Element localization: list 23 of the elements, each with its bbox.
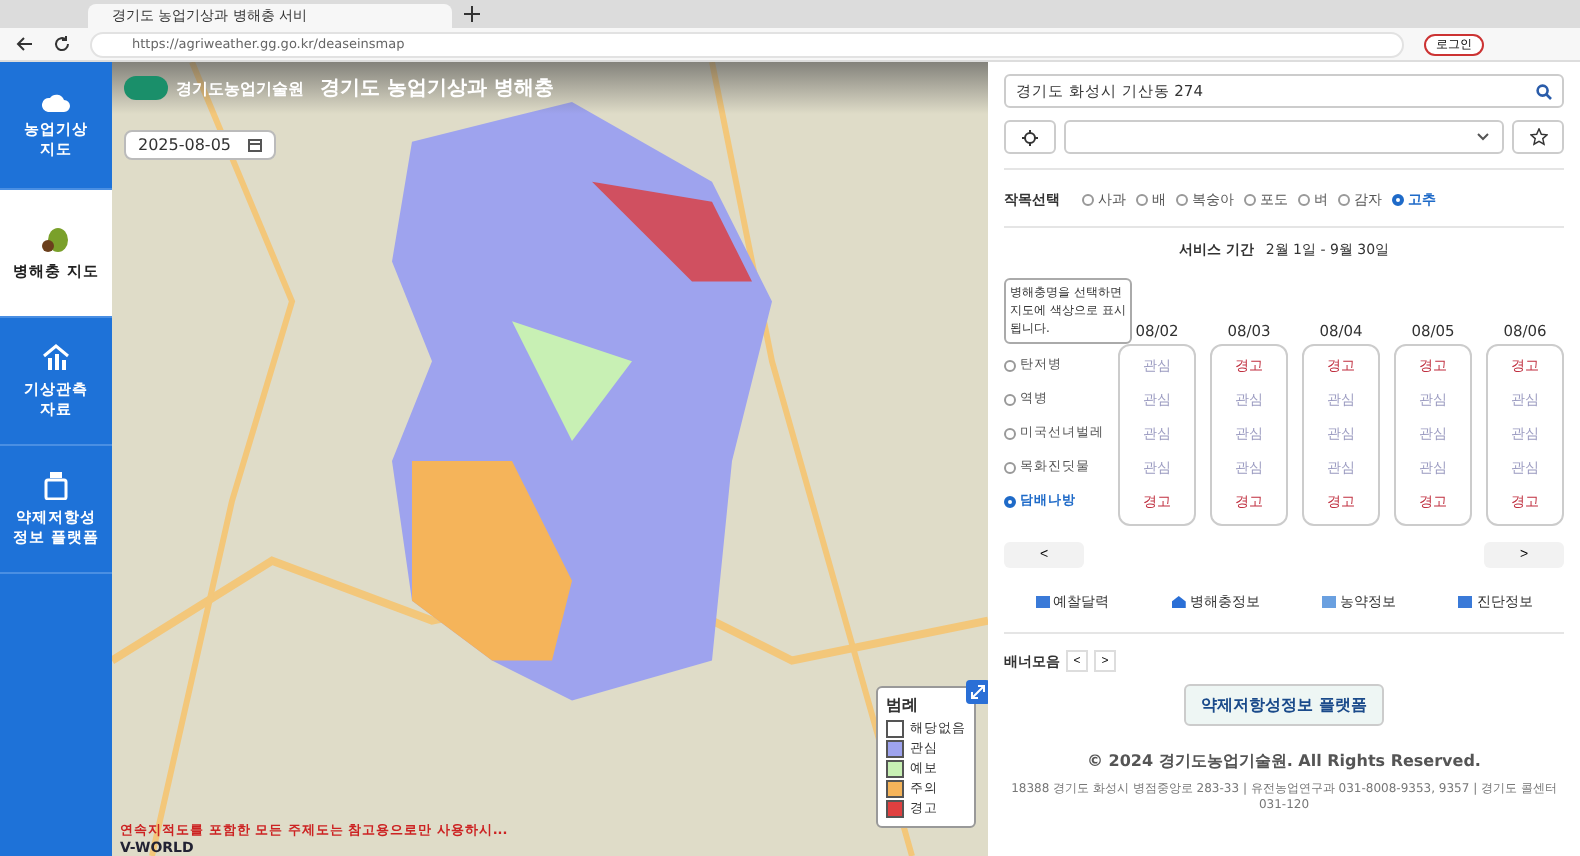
favorite-button[interactable] bbox=[1512, 120, 1564, 154]
dropdown-field[interactable] bbox=[1064, 120, 1504, 154]
chevron-down-icon bbox=[1476, 132, 1490, 142]
expand-icon[interactable] bbox=[966, 680, 988, 704]
bottle-icon bbox=[44, 471, 68, 499]
banner-link[interactable]: 약제저항성정보 플랫폼 bbox=[1183, 684, 1385, 726]
bar-chart-icon bbox=[42, 343, 70, 371]
legend-title: 범례 bbox=[886, 694, 920, 716]
search-icon[interactable] bbox=[1536, 83, 1552, 99]
star-icon bbox=[1529, 128, 1547, 146]
cloud-icon bbox=[42, 91, 70, 111]
back-arrow-icon[interactable] bbox=[16, 36, 34, 52]
locate-button[interactable] bbox=[1004, 120, 1056, 154]
house-icon bbox=[1171, 596, 1186, 608]
org-name: 경기도농업기술원 bbox=[176, 77, 304, 99]
date-field[interactable]: 2025-08-05 bbox=[124, 130, 275, 160]
logo-icon bbox=[124, 76, 168, 100]
site-title: 경기도 농업기상과 병해충 bbox=[320, 76, 554, 102]
copyright-text: © 2024 경기도농업기술원. All Rights Reserved. bbox=[1085, 750, 1483, 772]
plus-icon[interactable] bbox=[464, 6, 480, 22]
bug-icon bbox=[42, 225, 70, 253]
crosshair-icon bbox=[1022, 129, 1038, 145]
reload-icon[interactable] bbox=[54, 36, 70, 52]
